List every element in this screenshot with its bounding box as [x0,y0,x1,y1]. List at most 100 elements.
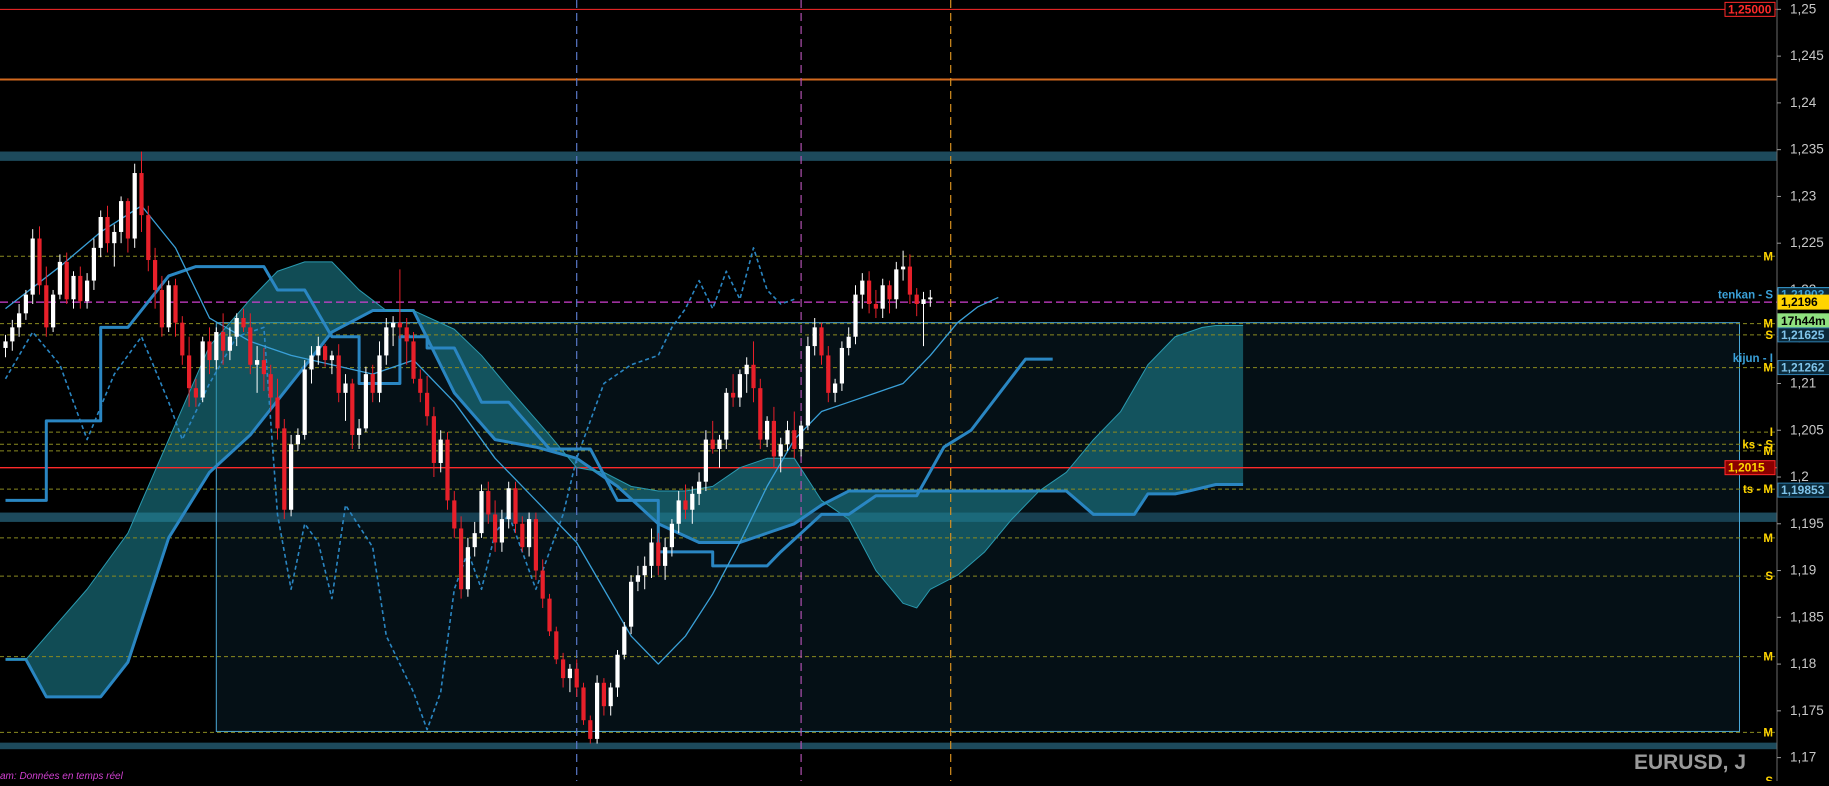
candle-body-96 [656,542,661,566]
status-text: am: Données en temps réel [0,771,124,781]
candle-body-27 [186,355,192,389]
candle-body-90 [615,654,620,688]
candle-body-109 [744,364,749,375]
candle-body-95 [649,542,654,566]
candle-body-36 [248,327,253,365]
candle-42 [288,434,294,517]
level-label-2: M [1763,319,1773,331]
candle-body-1 [10,327,15,342]
candle-body-79 [540,570,545,599]
candle-body-38 [261,360,267,375]
candle-body-25 [173,285,178,323]
candle-body-110 [751,364,756,389]
candle-body-101 [690,493,695,510]
axis-tick-label-9: 1,205 [1790,422,1824,437]
price-tag-5: 1,21262 [1777,360,1829,376]
candle-body-128 [873,303,879,309]
candle-body-115 [785,430,790,445]
level-label-14: M [1763,727,1773,739]
candle-body-39 [268,374,273,398]
candle-body-114 [778,444,783,457]
candle-body-26 [180,322,185,356]
price-tag-label-0: 1,25000 [1728,2,1772,16]
axis-tick-label-8: 1,21 [1790,375,1816,390]
candle-body-35 [241,318,246,328]
candle-body-55 [377,355,382,393]
candle-body-75 [513,488,518,524]
candle-body-20 [139,173,144,216]
level-label-13: M [1763,652,1773,664]
level-label-15: S [1765,776,1773,781]
candle-body-63 [431,416,437,463]
candle-body-77 [526,519,532,548]
candle-body-10 [71,275,76,300]
chart-root: Mtenkan - SMSkijun - IMIks - SMts - Sts … [0,0,1829,786]
candle-body-7 [50,294,56,328]
candle-body-130 [887,285,892,300]
candle-body-69 [472,533,477,548]
level-label-0: M [1763,251,1773,263]
candle-body-50 [343,383,348,393]
candle-body-106 [724,392,729,440]
candle-body-29 [200,341,205,398]
candle-body-102 [696,481,702,494]
candle-body-88 [601,682,607,707]
candle-body-125 [853,294,858,337]
candle-body-129 [880,285,885,309]
candle-body-84 [574,668,579,688]
candle-body-43 [295,434,301,445]
candle-body-2 [16,313,22,328]
price-chart[interactable]: Mtenkan - SMSkijun - IMIks - SMts - Sts … [0,0,1829,786]
candle-body-83 [567,668,573,679]
candle-body-44 [302,369,307,435]
candle-body-24 [166,285,171,328]
candle-body-112 [764,420,770,440]
level-label-10: ts - M [1743,484,1773,496]
candle-118 [805,336,811,431]
candle-body-57 [390,322,396,328]
candle-body-126 [860,280,865,295]
candle-body-15 [105,216,110,244]
candle-body-0 [3,341,8,348]
price-axis[interactable]: 1,251,2451,241,2351,231,2251,221,2151,21… [1776,0,1829,781]
candle-body-22 [152,260,158,290]
candle-body-92 [628,581,634,627]
axis-tick-label-10: 1,2 [1790,469,1809,484]
candle-body-41 [282,428,287,510]
candle-body-117 [798,425,804,449]
candle-41 [282,419,287,520]
candle-body-64 [438,439,443,463]
candle-body-74 [506,488,511,520]
candle-body-121 [826,355,831,393]
candle-body-51 [350,383,355,435]
candle-80 [547,593,552,637]
candle-body-76 [520,523,525,548]
candle-body-6 [44,285,49,328]
candle-body-4 [30,238,35,295]
level-label-8: M [1763,446,1773,458]
candle-111 [758,378,763,449]
candle-body-66 [452,500,457,529]
candle-body-28 [193,388,199,398]
candle-body-32 [220,332,226,351]
price-tag-7: 1,19853 [1777,482,1829,498]
candle-91 [622,621,627,660]
candle-body-16 [112,231,117,244]
candle-body-100 [683,500,688,510]
price-tag-label-6: 1,2015 [1728,461,1765,475]
candle-body-23 [159,289,165,328]
candle-85 [581,682,586,725]
candle-44 [302,360,307,440]
candle-body-82 [560,659,566,679]
price-tag-3: 17h44m [1777,313,1829,329]
candle-body-9 [64,261,69,300]
candle-24 [166,280,171,333]
price-tag-label-3: 17h44m [1781,314,1826,328]
candle-7 [50,289,56,333]
candle-body-21 [146,215,151,261]
candle-body-80 [547,598,552,632]
candle-body-11 [78,275,83,302]
candle-body-72 [492,514,498,543]
axis-tick-label-5: 1,225 [1790,235,1824,250]
candle-body-12 [84,280,90,302]
